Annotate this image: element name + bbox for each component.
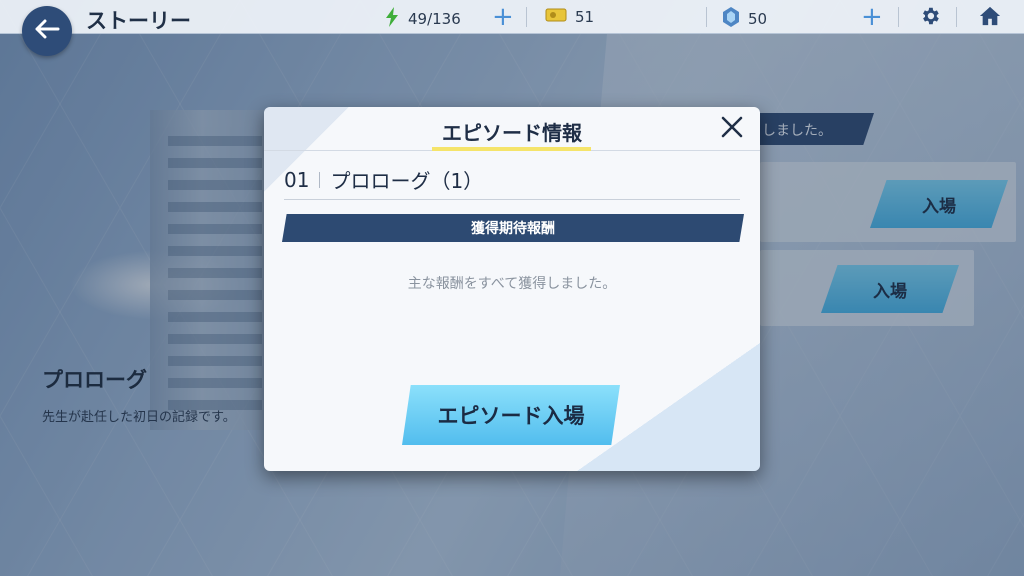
enter-episode-label: エピソード入場 xyxy=(437,404,585,428)
reward-header-label: 獲得期待報酬 xyxy=(471,221,555,237)
separator-line xyxy=(284,199,740,200)
dialog-header: エピソード情報 xyxy=(264,107,760,151)
episode-divider xyxy=(319,171,321,188)
reward-message: 主な報酬をすべて獲得しました。 xyxy=(407,276,617,292)
top-bar: ストーリー 49/136 + 51 50 + xyxy=(0,0,1024,34)
episode-number: 01 xyxy=(284,167,310,192)
back-arrow-icon xyxy=(34,19,60,43)
add-gems-button[interactable]: + xyxy=(861,4,883,30)
divider xyxy=(526,7,527,27)
episode-info-dialog: エピソード情報 01 プロローグ（1） 獲得期待報酬 主な報酬をすべて獲得しまし… xyxy=(264,107,760,471)
back-button[interactable] xyxy=(22,6,72,56)
divider xyxy=(706,7,707,27)
add-ap-button[interactable]: + xyxy=(492,4,514,30)
ap-counter: 49/136 xyxy=(384,7,461,31)
gem-icon xyxy=(722,7,740,31)
home-icon xyxy=(979,5,1001,31)
gear-icon xyxy=(919,5,941,31)
dialog-title: エピソード情報 xyxy=(442,121,582,145)
credit-value: 51 xyxy=(575,8,595,26)
ap-value: 49/136 xyxy=(408,10,461,28)
lightning-icon xyxy=(384,7,400,31)
enter-episode-button[interactable]: エピソード入場 xyxy=(402,385,620,445)
settings-button[interactable] xyxy=(918,6,942,30)
divider xyxy=(898,7,899,27)
credit-ticket-icon xyxy=(545,7,567,27)
reward-header: 獲得期待報酬 xyxy=(282,214,744,242)
close-button[interactable] xyxy=(718,115,746,143)
gem-value: 50 xyxy=(748,10,768,28)
dialog-title-underline xyxy=(432,147,591,151)
close-icon xyxy=(721,116,743,142)
episode-heading: 01 プロローグ（1） xyxy=(284,165,483,194)
gem-counter: 50 xyxy=(722,7,767,31)
page-title: ストーリー xyxy=(86,9,191,33)
credit-counter: 51 xyxy=(545,7,594,27)
home-button[interactable] xyxy=(978,6,1002,30)
divider xyxy=(956,7,957,27)
episode-title: プロローグ（1） xyxy=(330,169,484,193)
